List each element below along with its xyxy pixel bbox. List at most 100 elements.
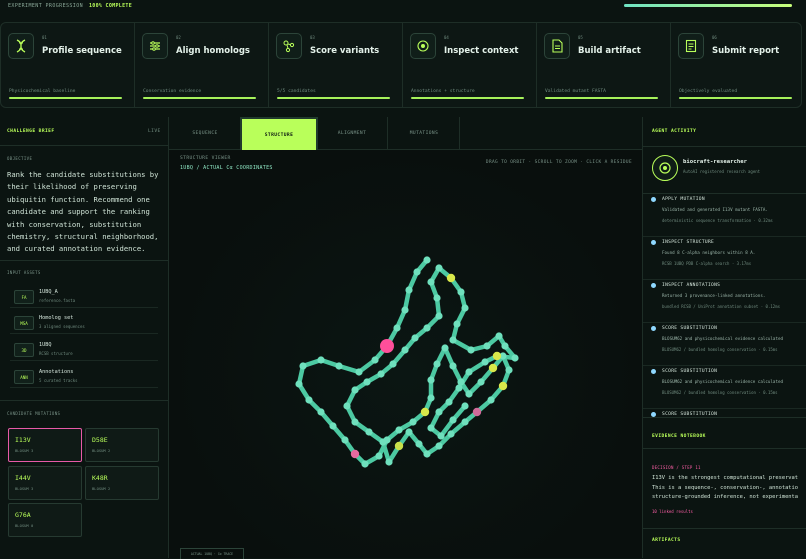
asset-item[interactable]: 3D 1UBQ RCSB structure — [10, 338, 158, 361]
residue-atom[interactable] — [435, 408, 443, 416]
residue-atom[interactable] — [341, 436, 349, 444]
asset-item[interactable]: ANN Annotations 5 curated tracks — [10, 365, 158, 388]
mutation-card[interactable]: G76A BLOSUM 0 — [8, 503, 82, 537]
residue-atom[interactable] — [511, 354, 519, 362]
residue-atom[interactable] — [453, 320, 461, 328]
residue-atom[interactable] — [305, 396, 313, 404]
residue-atom[interactable] — [405, 428, 413, 436]
residue-atom[interactable] — [449, 336, 457, 344]
residue-atom[interactable] — [295, 380, 303, 388]
residue-atom[interactable] — [483, 342, 491, 350]
structure-viewer[interactable]: STRUCTURE VIEWER 1UBQ / ACTUAL Cα COORDI… — [169, 150, 642, 559]
residue-atom[interactable] — [461, 402, 469, 410]
asset-item[interactable]: FA 1UBQ_A reference.fasta — [10, 285, 158, 308]
linked-results-link[interactable]: 10 linked results — [652, 509, 693, 514]
residue-atom[interactable] — [423, 450, 431, 458]
residue-atom[interactable] — [449, 416, 457, 424]
residue-atom[interactable] — [465, 368, 473, 376]
residue-atom[interactable] — [427, 376, 435, 384]
asset-item[interactable]: MSA Homolog set 3 aligned sequences — [10, 311, 158, 334]
residue-atom[interactable] — [477, 378, 485, 386]
residue-atom[interactable] — [363, 378, 371, 386]
step-inspect-context[interactable]: 04 Inspect context Annotations + structu… — [403, 23, 537, 107]
residue-atom[interactable] — [435, 264, 443, 272]
mutation-card[interactable]: D58E BLOSUM 2 — [85, 428, 159, 462]
protein-calpha-trace[interactable] — [169, 150, 642, 550]
residue-atom[interactable] — [455, 384, 463, 392]
tab-mutations[interactable]: MUTATIONS — [389, 117, 460, 149]
highlighted-residue[interactable] — [420, 407, 430, 417]
residue-atom[interactable] — [377, 370, 385, 378]
step-profile-sequence[interactable]: 01 Profile sequence Physicochemical base… — [1, 23, 135, 107]
activity-log[interactable]: APPLY MUTATION Validated and generated I… — [643, 193, 806, 417]
residue-atom[interactable] — [329, 422, 337, 430]
highlighted-residue[interactable] — [394, 441, 404, 451]
residue-atom[interactable] — [393, 324, 401, 332]
residue-atom[interactable] — [371, 356, 379, 364]
residue-atom[interactable] — [361, 460, 369, 468]
mutation-card-selected[interactable]: I13V BLOSUM 3 — [8, 428, 82, 462]
residue-atom[interactable] — [447, 430, 455, 438]
highlighted-residue[interactable] — [380, 339, 394, 353]
highlighted-residue[interactable] — [350, 449, 360, 459]
residue-atom[interactable] — [375, 452, 383, 460]
residue-atom[interactable] — [335, 362, 343, 370]
step-align-homologs[interactable]: 02 Align homologs Conservation evidence — [135, 23, 269, 107]
residue-atom[interactable] — [505, 366, 513, 374]
step-build-artifact[interactable]: 05 Build artifact Validated mutant FASTA — [537, 23, 671, 107]
residue-atom[interactable] — [423, 324, 431, 332]
tab-sequence[interactable]: SEQUENCE — [170, 117, 241, 149]
residue-atom[interactable] — [355, 368, 363, 376]
residue-atom[interactable] — [441, 344, 449, 352]
tab-alignment[interactable]: ALIGNMENT — [317, 117, 388, 149]
highlighted-residue[interactable] — [472, 407, 482, 417]
highlighted-residue[interactable] — [446, 273, 456, 283]
residue-atom[interactable] — [299, 362, 307, 370]
residue-atom[interactable] — [409, 418, 417, 426]
residue-atom[interactable] — [351, 418, 359, 426]
residue-atom[interactable] — [385, 458, 393, 466]
residue-atom[interactable] — [395, 426, 403, 434]
residue-atom[interactable] — [427, 394, 435, 402]
highlighted-residue[interactable] — [498, 381, 508, 391]
tab-structure[interactable]: STRUCTURE — [240, 117, 318, 153]
residue-atom[interactable] — [427, 424, 435, 432]
residue-atom[interactable] — [411, 334, 419, 342]
residue-atom[interactable] — [501, 342, 509, 350]
residue-atom[interactable] — [427, 278, 435, 286]
residue-atom[interactable] — [461, 304, 469, 312]
highlighted-residue[interactable] — [492, 351, 502, 361]
residue-atom[interactable] — [465, 390, 473, 398]
residue-atom[interactable] — [415, 440, 423, 448]
residue-atom[interactable] — [317, 356, 325, 364]
residue-atom[interactable] — [423, 256, 431, 264]
residue-atom[interactable] — [435, 442, 443, 450]
residue-atom[interactable] — [467, 346, 475, 354]
residue-atom[interactable] — [449, 362, 457, 370]
mutation-card[interactable]: I44V BLOSUM 3 — [8, 466, 82, 500]
residue-atom[interactable] — [487, 396, 495, 404]
residue-atom[interactable] — [379, 438, 387, 446]
residue-atom[interactable] — [495, 332, 503, 340]
residue-atom[interactable] — [435, 312, 443, 320]
residue-atom[interactable] — [433, 294, 441, 302]
step-submit-report[interactable]: 06 Submit report Objectively evaluated — [671, 23, 804, 107]
residue-atom[interactable] — [445, 398, 453, 406]
residue-atom[interactable] — [401, 346, 409, 354]
residue-atom[interactable] — [405, 286, 413, 294]
residue-atom[interactable] — [317, 408, 325, 416]
residue-atom[interactable] — [433, 360, 441, 368]
residue-atom[interactable] — [351, 386, 359, 394]
residue-atom[interactable] — [437, 432, 445, 440]
highlighted-residue[interactable] — [488, 363, 498, 373]
residue-atom[interactable] — [401, 306, 409, 314]
residue-atom[interactable] — [389, 360, 397, 368]
residue-atom[interactable] — [365, 428, 373, 436]
step-score-variants[interactable]: 03 Score variants 5/5 candidates — [269, 23, 403, 107]
residue-atom[interactable] — [481, 358, 489, 366]
residue-atom[interactable] — [343, 402, 351, 410]
residue-atom[interactable] — [413, 268, 421, 276]
residue-atom[interactable] — [461, 418, 469, 426]
mutation-card[interactable]: K48R BLOSUM 2 — [85, 466, 159, 500]
residue-atom[interactable] — [457, 288, 465, 296]
